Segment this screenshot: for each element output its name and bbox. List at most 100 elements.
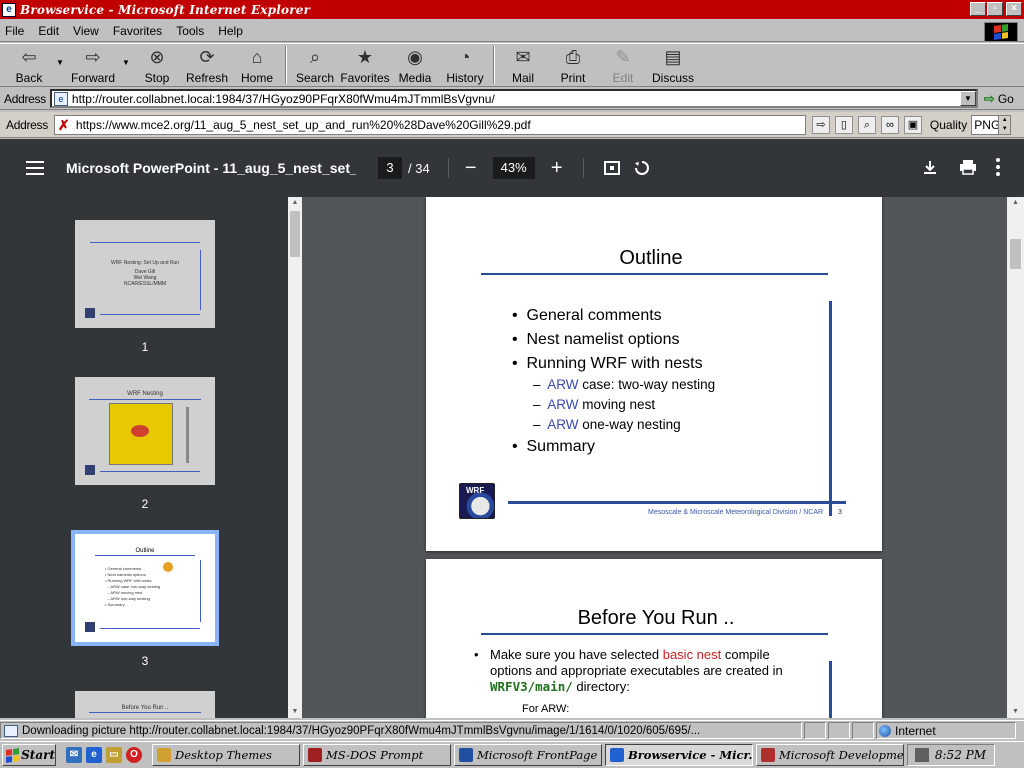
thumbnail-page-2[interactable]: WRF Nesting (75, 377, 215, 485)
zoom-input[interactable]: 43% (492, 157, 535, 179)
back-arrow-icon: ⇦ (21, 46, 37, 67)
security-zone[interactable]: Internet (876, 722, 1016, 739)
edit-button[interactable]: ✎ Edit (598, 44, 648, 86)
internet-explorer-icon[interactable]: e (86, 747, 102, 763)
menu-edit[interactable]: Edit (38, 24, 59, 38)
quality-select[interactable]: PNG ▲ ▼ (971, 114, 1012, 135)
thumbnail-page-3[interactable]: Outline • General comments • Nest namelis… (71, 530, 219, 646)
maximize-button[interactable]: ▫ (987, 2, 1003, 16)
close-button[interactable]: × (1006, 2, 1022, 16)
thumbnail-sidebar: WRF Nesting: Set Up and Run Dave Gill We… (0, 197, 288, 718)
back-button[interactable]: ⇦ Back (4, 44, 54, 86)
forward-arrow-icon: ⇨ (85, 46, 101, 67)
show-desktop-icon[interactable]: ▭ (106, 747, 122, 763)
task-ms-dos-prompt[interactable]: MS-DOS Prompt (303, 744, 451, 766)
more-options-icon[interactable] (996, 158, 1000, 176)
task-frontpage[interactable]: Microsoft FrontPage - C... (454, 744, 602, 766)
slide-4-for-arw: For ARW: (522, 703, 570, 715)
task-label: Browservice - Micr... (628, 748, 753, 762)
slide-3-bullet-4-text: Summary (526, 438, 595, 455)
quality-spinner[interactable]: ▲ ▼ (998, 115, 1011, 134)
refresh-label: Refresh (185, 71, 229, 85)
binoculars-icon[interactable]: ∞ (880, 115, 899, 134)
quality-label: Quality (929, 117, 968, 132)
favorites-button[interactable]: ★ Favorites (340, 44, 390, 86)
zoom-in-button[interactable]: + (549, 157, 565, 180)
print-button[interactable]: ⎙ Print (548, 44, 598, 86)
status-text-panel: Downloading picture http://router.collab… (0, 722, 802, 739)
address-input[interactable]: e http://router.collabnet.local:1984/37/… (49, 89, 978, 108)
start-button[interactable]: Start (2, 744, 56, 766)
wrf-mini-logo-icon (85, 308, 95, 318)
wrf-mini-logo-icon (85, 622, 95, 632)
standard-toolbar: ⇦ Back ▼ ⇨ Forward ▼ ⊗ Stop ⟳ Refresh ⌂ … (0, 43, 1024, 87)
sidebar-scrollbar[interactable]: ▲ ▼ (288, 197, 302, 718)
quick-launch: ✉ e ▭ O (66, 747, 142, 763)
menu-hamburger-icon[interactable] (26, 161, 44, 175)
forward-button[interactable]: ⇨ Forward (66, 44, 120, 86)
document-scroll-thumb[interactable] (1010, 239, 1021, 269)
address-bar: Address e http://router.collabnet.local:… (0, 88, 1024, 110)
page-number-input[interactable]: 3 (378, 157, 402, 179)
media-button[interactable]: ◉ Media (390, 44, 440, 86)
download-icon[interactable] (920, 157, 940, 177)
sidebar-scroll-up-icon[interactable]: ▲ (288, 197, 302, 209)
find-icon[interactable]: ⌕ (857, 115, 876, 134)
favorites-folder-icon: ★ (356, 46, 374, 67)
back-dropdown[interactable]: ▼ (54, 44, 66, 67)
menu-favorites[interactable]: Favorites (113, 24, 162, 38)
task-browservice[interactable]: Browservice - Micr... (605, 744, 753, 766)
print-icon[interactable] (958, 157, 978, 177)
mail-button[interactable]: ✉ Mail (498, 44, 548, 86)
menu-bar: File Edit View Favorites Tools Help (0, 20, 1024, 42)
thumbnail-page-4[interactable]: Before You Run .. (75, 691, 215, 718)
go-button[interactable]: ⇨ Go (984, 91, 1014, 107)
clipboard-icon[interactable]: ▣ (903, 115, 922, 134)
stop-button[interactable]: ⊗ Stop (132, 44, 182, 86)
menu-tools[interactable]: Tools (176, 24, 204, 38)
outlook-express-icon[interactable]: ✉ (66, 747, 82, 763)
minimize-button[interactable]: _ (970, 2, 986, 16)
slide-3-page-number: 3 (838, 509, 842, 516)
refresh-button[interactable]: ⟳ Refresh (182, 44, 232, 86)
task-desktop-themes[interactable]: Desktop Themes (152, 744, 300, 766)
slide-4-bullet: • Make sure you have selected basic nest… (474, 647, 783, 694)
menu-help[interactable]: Help (218, 24, 243, 38)
history-button[interactable]: ◔ History (440, 44, 490, 86)
address-dropdown[interactable]: ▼ (959, 91, 976, 106)
clock[interactable]: 8:52 PM (935, 748, 986, 762)
bookmark-icon[interactable]: ▯ (834, 115, 853, 134)
search-button[interactable]: ⌕ Search (290, 44, 340, 86)
discuss-button[interactable]: ▤ Discuss (648, 44, 698, 86)
navigate-arrow-icon[interactable]: ⇨ (811, 115, 830, 134)
opera-icon[interactable]: O (126, 747, 142, 763)
home-button[interactable]: ⌂ Home (232, 44, 282, 86)
pdf-title: Microsoft PowerPoint - 11_aug_5_nest_set… (66, 160, 356, 176)
ie-icon[interactable]: e (2, 2, 16, 17)
document-scrollbar[interactable]: ▲ ▼ (1007, 197, 1024, 718)
thumbnail-number-1: 1 (141, 340, 149, 354)
rotate-icon[interactable] (632, 158, 652, 178)
document-scroll-down-icon[interactable]: ▼ (1007, 706, 1024, 718)
network-tray-icon[interactable] (914, 748, 929, 762)
wrf-mini-logo-icon (85, 465, 95, 475)
slide-3-bullet-2: • Nest namelist options (512, 331, 680, 348)
task-development-environment[interactable]: Microsoft Development ... (756, 744, 904, 766)
forward-dropdown[interactable]: ▼ (120, 44, 132, 67)
inner-address-input[interactable]: ✗ https://www.mce2.org/11_aug_5_nest_set… (53, 114, 806, 135)
zoom-out-button[interactable]: − (463, 157, 479, 180)
slide-3-subbullet-1: – ARW case: two-way nesting (533, 377, 716, 392)
menu-view[interactable]: View (73, 24, 99, 38)
thumbnail-page-1[interactable]: WRF Nesting: Set Up and Run Dave Gill We… (75, 220, 215, 328)
window-title: Browservice - Microsoft Internet Explore… (20, 2, 311, 17)
sidebar-scroll-down-icon[interactable]: ▼ (288, 706, 302, 718)
menu-file[interactable]: File (5, 24, 24, 38)
fit-page-icon[interactable] (602, 158, 622, 178)
thumbnail-4-title: Before You Run .. (121, 705, 169, 711)
sidebar-scroll-thumb[interactable] (290, 211, 300, 257)
status-page-icon (4, 724, 18, 737)
pdf-toolbar-separator (582, 158, 584, 178)
pdf-page-3: Outline • General comments • Nest nameli… (426, 197, 882, 551)
document-scroll-up-icon[interactable]: ▲ (1007, 197, 1024, 209)
refresh-icon: ⟳ (199, 46, 215, 67)
